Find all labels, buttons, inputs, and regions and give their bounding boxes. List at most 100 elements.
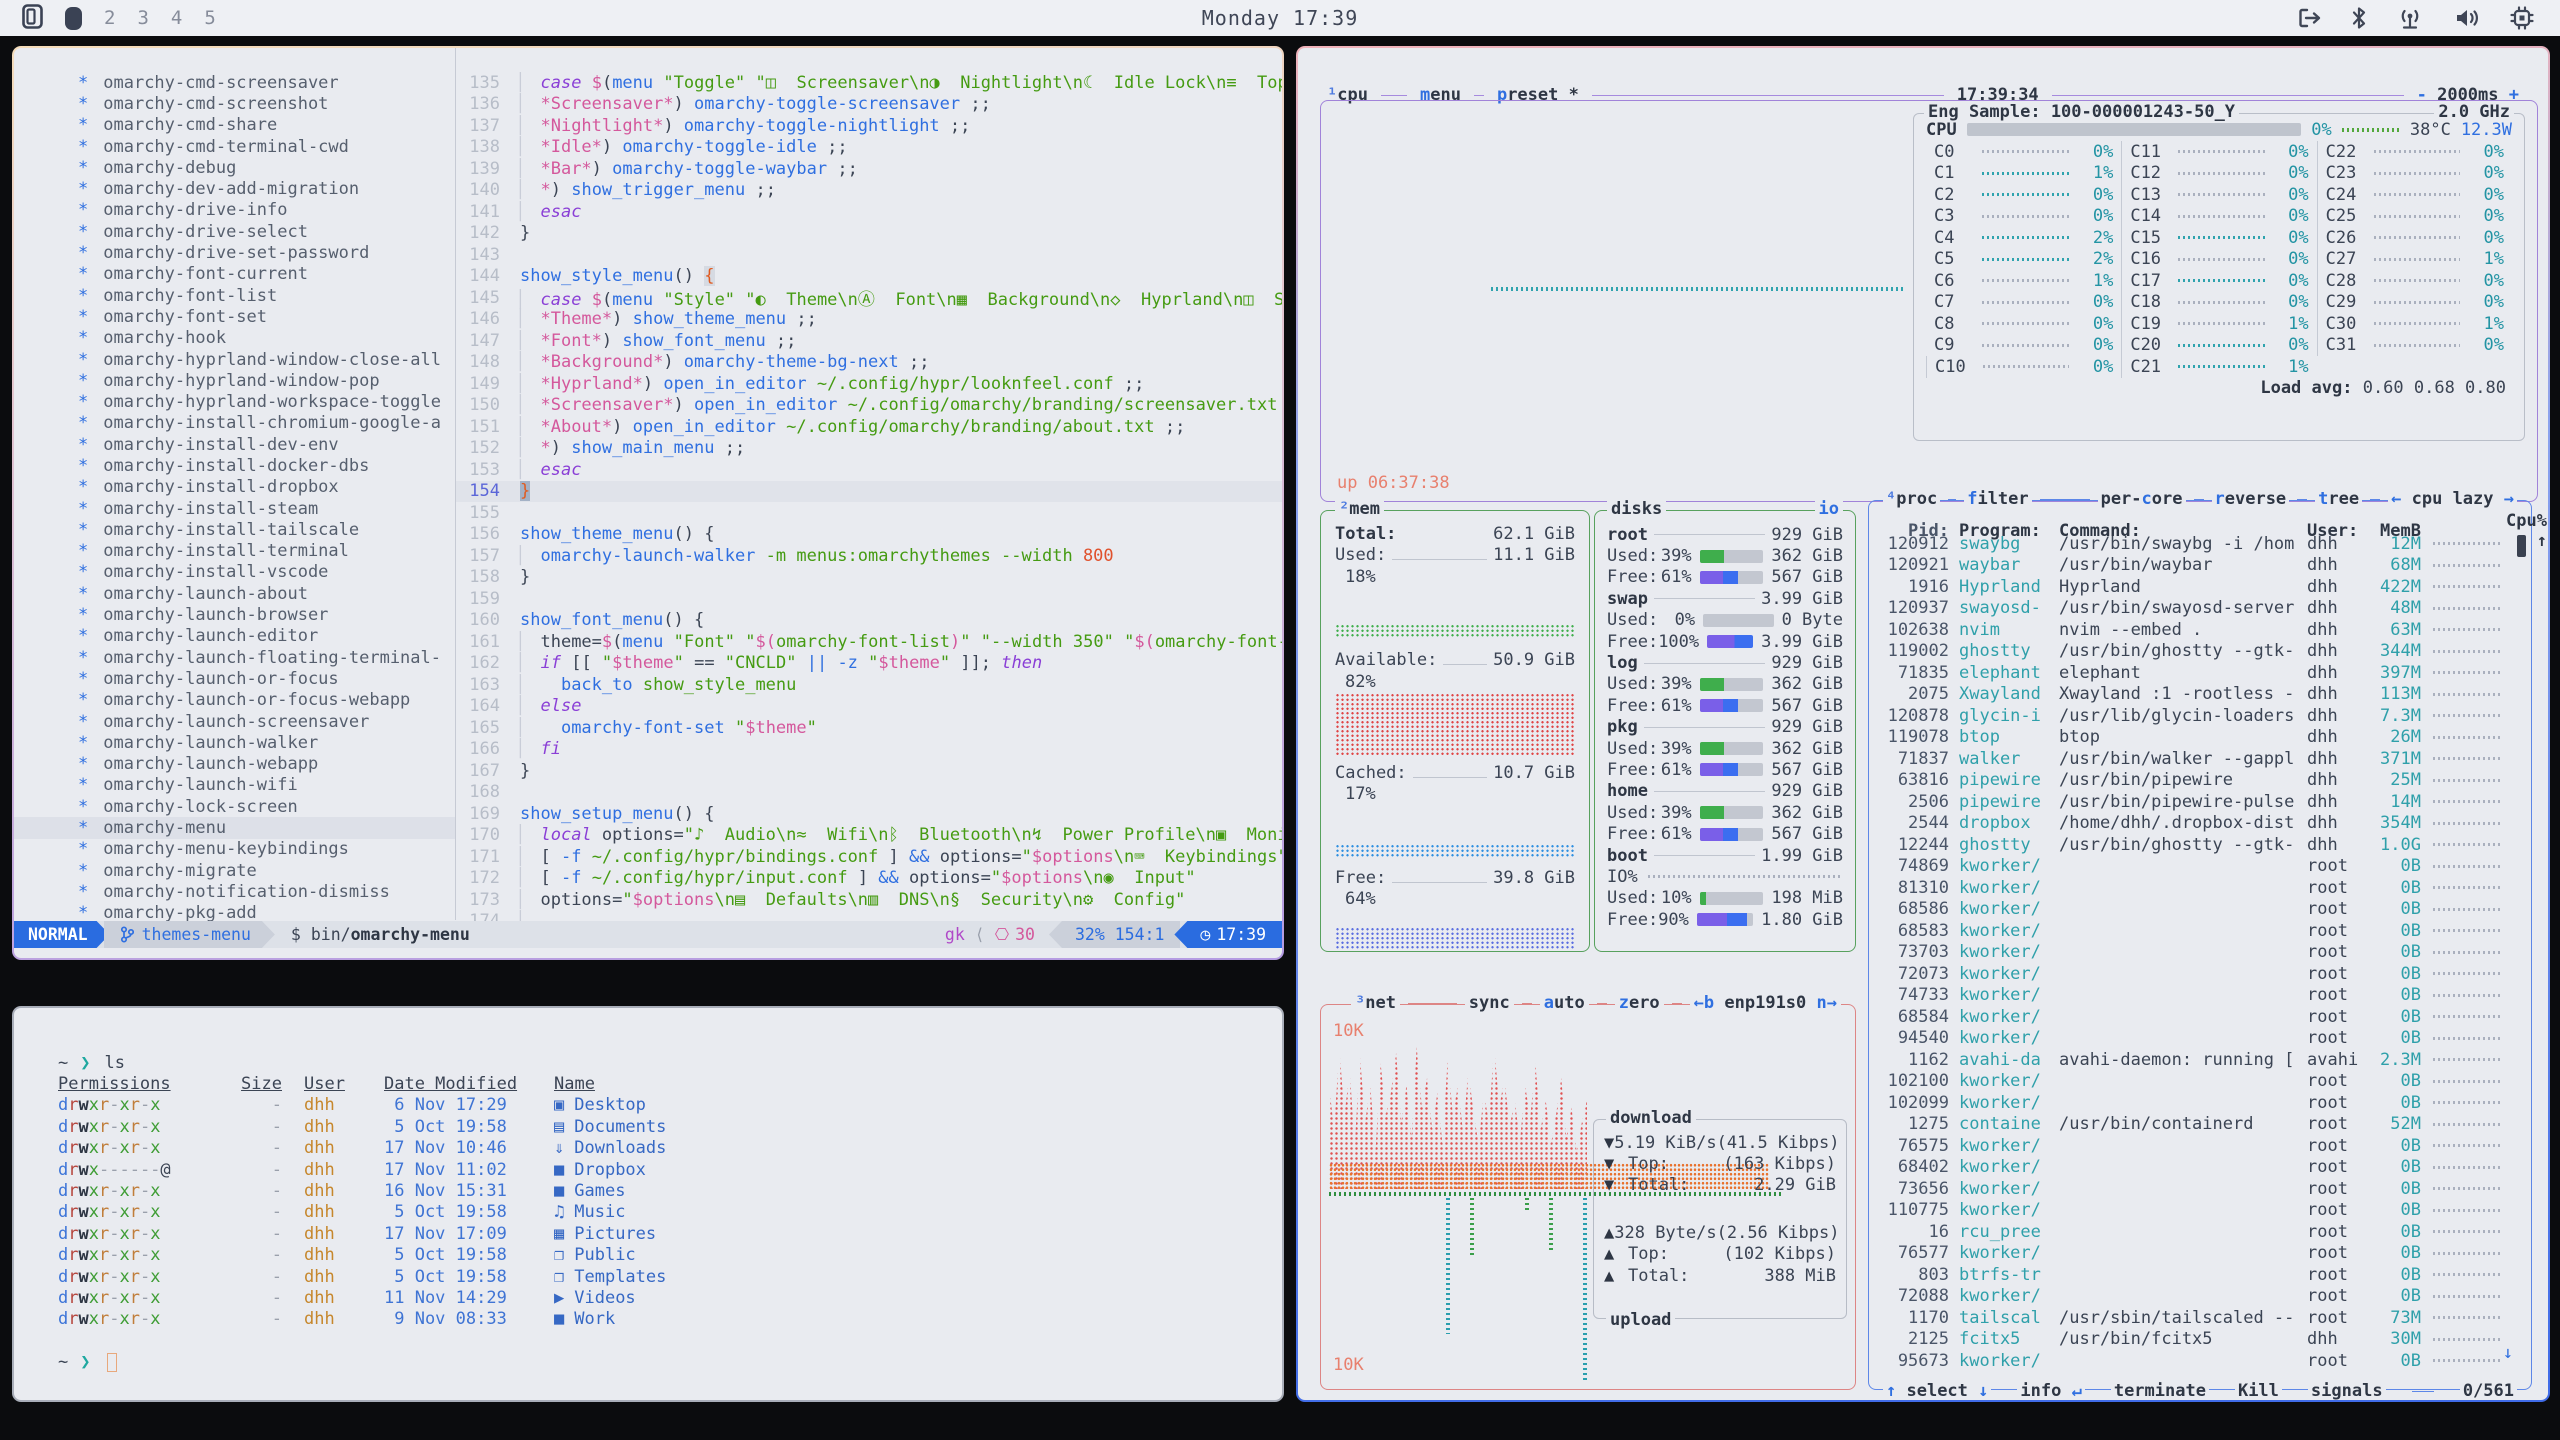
file-item[interactable]: *omarchy-menu-keybindings [14, 839, 455, 860]
file-item[interactable]: *omarchy-cmd-share [14, 115, 455, 136]
code-pane[interactable]: 135 ▏ case $(menu "Toggle" "◫ Screensave… [456, 72, 1282, 932]
process-row[interactable]: 120912 swaybg /usr/bin/swaybg -i /hom dh… [1879, 533, 2515, 555]
kill-button[interactable]: Kill [2235, 1381, 2282, 1400]
process-row[interactable]: 1916 Hyprland Hyprland dhh 422M 0.0 [1879, 576, 2515, 598]
process-row[interactable]: 102099 kworker/ root 0B 0.0 [1879, 1092, 2515, 1114]
file-item[interactable]: *omarchy-launch-webapp [14, 754, 455, 775]
io-toggle[interactable]: io [1815, 499, 1843, 519]
process-row[interactable]: 1162 avahi-da avahi-daemon: running [ av… [1879, 1049, 2515, 1071]
cpu-chip-icon[interactable] [2510, 6, 2534, 30]
file-item[interactable]: *omarchy-menu [14, 817, 455, 838]
file-item[interactable]: *omarchy-install-tailscale [14, 519, 455, 540]
file-item[interactable]: *omarchy-launch-browser [14, 604, 455, 625]
file-item[interactable]: *omarchy-launch-walker [14, 732, 455, 753]
process-row[interactable]: 95673 kworker/ root 0B 0.0 [1879, 1350, 2515, 1372]
ls-row[interactable]: drwxr-xr-x - dhh 5 Oct 19:58 ❐Templates [58, 1266, 1262, 1287]
process-row[interactable]: 119078 btop btop dhh 26M 0.0 [1879, 727, 2515, 749]
process-row[interactable]: 120921 waybar /usr/bin/waybar dhh 68M 0.… [1879, 555, 2515, 577]
process-row[interactable]: 68586 kworker/ root 0B 0.0 [1879, 899, 2515, 921]
tree-toggle[interactable]: tree [2315, 489, 2362, 509]
file-item[interactable]: *omarchy-font-set [14, 306, 455, 327]
process-row[interactable]: 2125 fcitx5 /usr/bin/fcitx5 dhh 30M 0.0 [1879, 1329, 2515, 1351]
logout-icon[interactable] [2298, 7, 2322, 29]
file-item[interactable]: *omarchy-notification-dismiss [14, 881, 455, 902]
ls-row[interactable]: drwxr-xr-x - dhh 17 Nov 17:09 ▦Pictures [58, 1223, 1262, 1244]
process-row[interactable]: 803 btrfs-tr root 0B 0.0 [1879, 1264, 2515, 1286]
reverse-toggle[interactable]: reverse [2212, 489, 2290, 509]
select-keys[interactable]: ↑ select ↓ [1883, 1381, 1991, 1400]
process-row[interactable]: 102638 nvim nvim --embed . dhh 63M 0.0 [1879, 619, 2515, 641]
bluetooth-icon[interactable] [2352, 6, 2366, 30]
process-row[interactable]: 73703 kworker/ root 0B 0.0 [1879, 942, 2515, 964]
process-row[interactable]: 81310 kworker/ root 0B 0.0 [1879, 877, 2515, 899]
file-item[interactable]: *omarchy-migrate [14, 860, 455, 881]
file-item[interactable]: *omarchy-hyprland-workspace-toggle [14, 391, 455, 412]
file-item[interactable]: *omarchy-launch-about [14, 583, 455, 604]
file-item[interactable]: *omarchy-install-dropbox [14, 477, 455, 498]
file-item[interactable]: *omarchy-dev-add-migration [14, 178, 455, 199]
process-row[interactable]: 12244 ghostty /usr/bin/ghostty --gtk- dh… [1879, 834, 2515, 856]
terminate-button[interactable]: terminate [2111, 1381, 2209, 1400]
process-row[interactable]: 120878 glycin-i /usr/lib/glycin-loaders … [1879, 705, 2515, 727]
process-row[interactable]: 71837 walker /usr/bin/walker --gappl dhh… [1879, 748, 2515, 770]
file-item[interactable]: *omarchy-hook [14, 328, 455, 349]
file-item[interactable]: *omarchy-hyprland-window-pop [14, 370, 455, 391]
process-row[interactable]: 94540 kworker/ root 0B 0.0 [1879, 1028, 2515, 1050]
file-item[interactable]: *omarchy-lock-screen [14, 796, 455, 817]
process-row[interactable]: 119002 ghostty /usr/bin/ghostty --gtk- d… [1879, 641, 2515, 663]
ls-row[interactable]: drwxr-xr-x - dhh 11 Nov 14:29 ▶Videos [58, 1287, 1262, 1308]
file-item[interactable]: *omarchy-install-vscode [14, 562, 455, 583]
process-row[interactable]: 73656 kworker/ root 0B 0.0 [1879, 1178, 2515, 1200]
signals-button[interactable]: signals [2308, 1381, 2386, 1400]
process-row[interactable]: 2506 pipewire /usr/bin/pipewire-pulse dh… [1879, 791, 2515, 813]
ls-row[interactable]: drwxr-xr-x - dhh 16 Nov 15:31 ■Games [58, 1180, 1262, 1201]
process-row[interactable]: 63816 pipewire /usr/bin/pipewire dhh 25M… [1879, 770, 2515, 792]
file-item[interactable]: *omarchy-drive-select [14, 221, 455, 242]
filter-button[interactable]: filter [1964, 489, 2031, 509]
file-item[interactable]: *omarchy-hyprland-window-close-all [14, 349, 455, 370]
process-row[interactable]: 2544 dropbox /home/dhh/.dropbox-dist dhh… [1879, 813, 2515, 835]
file-item[interactable]: *omarchy-install-steam [14, 498, 455, 519]
info-button[interactable]: info ↵ [2017, 1381, 2084, 1400]
process-row[interactable]: 102100 kworker/ root 0B 0.0 [1879, 1071, 2515, 1093]
process-row[interactable]: 68583 kworker/ root 0B 0.0 [1879, 920, 2515, 942]
process-row[interactable]: 120937 swayosd- /usr/bin/swayosd-server … [1879, 598, 2515, 620]
file-item[interactable]: *omarchy-install-dev-env [14, 434, 455, 455]
prompt-line-2[interactable]: ~❯ [58, 1351, 1262, 1372]
file-item[interactable]: *omarchy-cmd-screenshot [14, 93, 455, 114]
file-item[interactable]: *omarchy-drive-info [14, 200, 455, 221]
process-row[interactable]: 76575 kworker/ root 0B 0.0 [1879, 1135, 2515, 1157]
per-core-toggle[interactable]: per-core [2098, 489, 2186, 509]
file-item[interactable]: *omarchy-drive-set-password [14, 242, 455, 263]
process-row[interactable]: 68584 kworker/ root 0B 0.0 [1879, 1006, 2515, 1028]
file-item[interactable]: *omarchy-launch-wifi [14, 775, 455, 796]
ls-row[interactable]: drwxr-xr-x - dhh 17 Nov 10:46 ⇓Downloads [58, 1138, 1262, 1159]
net-auto-button[interactable]: auto [1540, 993, 1589, 1013]
process-row[interactable]: 1170 tailscal /usr/sbin/tailscaled -- ro… [1879, 1307, 2515, 1329]
file-item[interactable]: *omarchy-launch-or-focus-webapp [14, 690, 455, 711]
file-item[interactable]: *omarchy-launch-floating-terminal- [14, 647, 455, 668]
process-row[interactable]: 76577 kworker/ root 0B 0.0 [1879, 1243, 2515, 1265]
ls-row[interactable]: drwxr-xr-x - dhh 5 Oct 19:58 ♫Music [58, 1202, 1262, 1223]
net-interface-switcher[interactable]: ←b enp191s0 n→ [1690, 993, 1841, 1013]
process-row[interactable]: 16 rcu_pree root 0B 0.0 [1879, 1221, 2515, 1243]
file-item[interactable]: *omarchy-launch-or-focus [14, 668, 455, 689]
sort-selector[interactable]: ← cpu lazy → [2388, 489, 2517, 509]
proc-scrollbar[interactable] [2517, 535, 2526, 557]
process-row[interactable]: 72073 kworker/ root 0B 0.0 [1879, 963, 2515, 985]
process-row[interactable]: 71835 elephant elephant dhh 397M 0.0 [1879, 662, 2515, 684]
process-row[interactable]: 2075 Xwayland Xwayland :1 -rootless - dh… [1879, 684, 2515, 706]
process-row[interactable]: 68402 kworker/ root 0B 0.0 [1879, 1157, 2515, 1179]
process-row[interactable]: 74869 kworker/ root 0B 0.0 [1879, 856, 2515, 878]
ls-row[interactable]: drwxr-xr-x - dhh 5 Oct 19:58 ▤Documents [58, 1116, 1262, 1137]
process-row[interactable]: 72088 kworker/ root 0B 0.0 [1879, 1286, 2515, 1308]
file-item[interactable]: *omarchy-cmd-screensaver [14, 72, 455, 93]
ls-row[interactable]: drwx------@ - dhh 17 Nov 11:02 ■Dropbox [58, 1159, 1262, 1180]
net-sync-button[interactable]: sync [1465, 993, 1514, 1013]
file-item[interactable]: *omarchy-install-docker-dbs [14, 455, 455, 476]
file-item[interactable]: *omarchy-font-list [14, 285, 455, 306]
process-row[interactable]: 1275 containe /usr/bin/containerd root 5… [1879, 1114, 2515, 1136]
process-row[interactable]: 110775 kworker/ root 0B 0.0 [1879, 1200, 2515, 1222]
file-item[interactable]: *omarchy-debug [14, 157, 455, 178]
network-icon[interactable] [2396, 6, 2424, 30]
